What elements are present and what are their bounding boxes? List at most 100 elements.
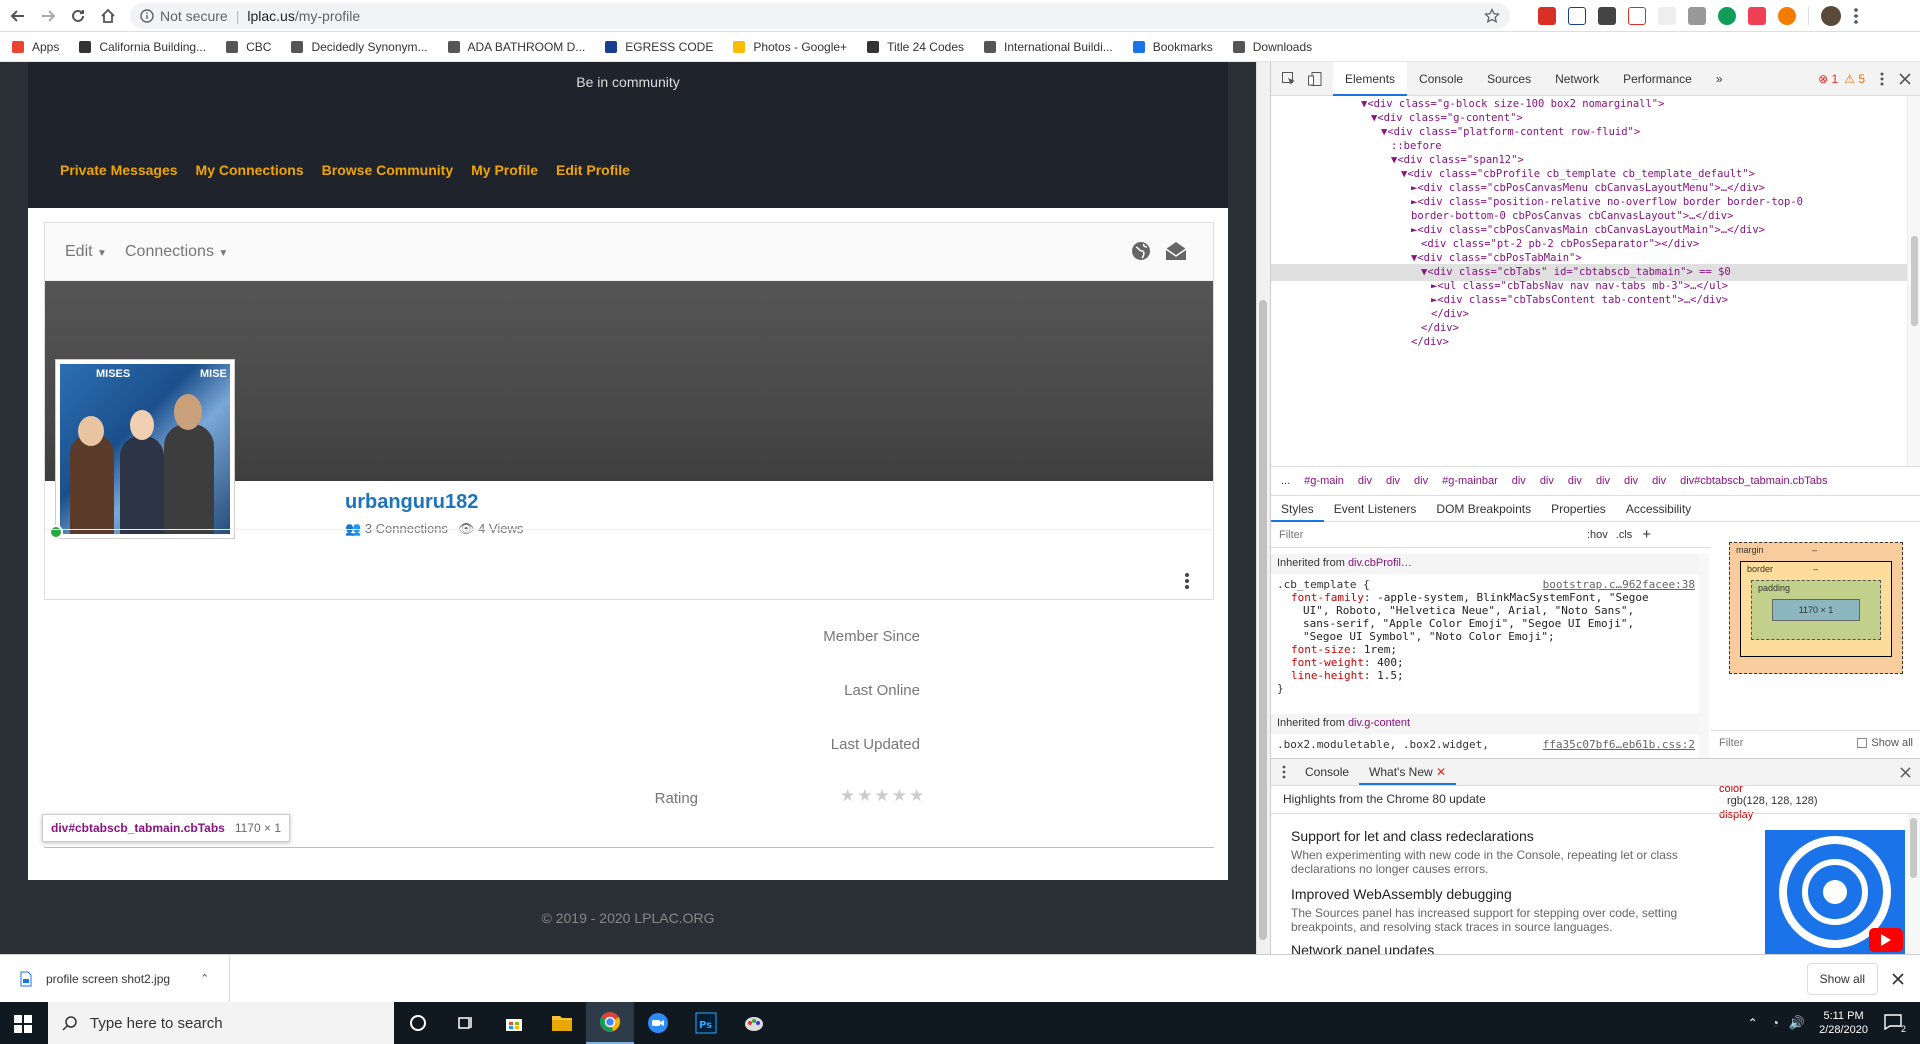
- back-button[interactable]: [6, 4, 30, 28]
- subtab-styles[interactable]: Styles: [1271, 496, 1324, 522]
- home-button[interactable]: [96, 4, 120, 28]
- inspect-element-icon[interactable]: [1281, 71, 1297, 87]
- css-declaration[interactable]: "Segoe UI Symbol", "Noto Color Emoji";: [1277, 630, 1695, 643]
- drawer-scrollbar-thumb[interactable]: [1910, 818, 1917, 878]
- styles-filter-input[interactable]: [1279, 528, 1579, 541]
- file-explorer-icon[interactable]: [538, 1002, 586, 1044]
- devtools-menu-icon[interactable]: [1879, 71, 1885, 87]
- star-icon[interactable]: ★: [840, 786, 855, 806]
- more-options-icon[interactable]: [1181, 571, 1193, 591]
- dom-scrollbar[interactable]: [1907, 96, 1920, 466]
- css-declaration[interactable]: font-size: 1rem;: [1277, 643, 1695, 656]
- dom-breadcrumb-item[interactable]: div: [1596, 475, 1610, 487]
- dom-breadcrumb-item[interactable]: div: [1652, 475, 1666, 487]
- subtab-event-listeners[interactable]: Event Listeners: [1324, 496, 1427, 522]
- drawer-tab-console[interactable]: Console: [1295, 759, 1359, 785]
- envelope-open-icon[interactable]: [1165, 241, 1187, 261]
- inherited-selector[interactable]: div.cbProfil…: [1348, 557, 1412, 569]
- star-icon[interactable]: ★: [875, 786, 890, 806]
- extension-shield-icon[interactable]: [1598, 6, 1616, 25]
- error-count[interactable]: ⊗ 1: [1818, 72, 1838, 86]
- dom-breadcrumb-item[interactable]: div: [1414, 475, 1428, 487]
- taskbar-search[interactable]: Type here to search: [48, 1002, 394, 1044]
- star-icon[interactable]: ★: [909, 786, 924, 806]
- nav-my-profile[interactable]: My Profile: [471, 162, 538, 178]
- notification-center-icon[interactable]: 2: [1884, 1014, 1906, 1034]
- extension-g-icon[interactable]: [1718, 6, 1736, 25]
- photoshop-icon[interactable]: Ps: [682, 1002, 730, 1044]
- download-item[interactable]: profile screen shot2.jpg ⌃: [0, 954, 230, 1003]
- css-declaration[interactable]: font-weight: 400;: [1277, 656, 1695, 669]
- profile-avatar[interactable]: [1821, 5, 1841, 26]
- page-scrollbar-thumb[interactable]: [1259, 300, 1267, 940]
- nav-my-connections[interactable]: My Connections: [196, 162, 304, 178]
- extension-n-icon[interactable]: [1568, 6, 1586, 25]
- css-declaration[interactable]: line-height: 1.5;: [1277, 669, 1695, 682]
- dom-breadcrumb-item[interactable]: div: [1386, 475, 1400, 487]
- cortana-icon[interactable]: [394, 1002, 442, 1044]
- device-toolbar-icon[interactable]: [1307, 71, 1323, 87]
- drawer-tab-whats-new[interactable]: What's New ✕: [1359, 759, 1457, 785]
- close-icon[interactable]: [1899, 72, 1911, 85]
- browser-menu-icon[interactable]: [1853, 7, 1859, 25]
- computed-filter-input[interactable]: [1719, 736, 1819, 749]
- tab-network[interactable]: Network: [1543, 62, 1611, 96]
- extension-mail-icon[interactable]: [1538, 6, 1556, 25]
- dom-scrollbar-thumb[interactable]: [1911, 236, 1918, 326]
- store-icon[interactable]: [490, 1002, 538, 1044]
- bookmark-item[interactable]: Title 24 Codes: [867, 40, 964, 54]
- subtab-accessibility[interactable]: Accessibility: [1616, 496, 1701, 522]
- volume-icon[interactable]: 🔊: [1789, 1015, 1805, 1031]
- star-bookmark-icon[interactable]: [1484, 7, 1500, 24]
- dom-node[interactable]: </div>: [1271, 334, 1449, 351]
- bookmark-item[interactable]: Bookmarks: [1132, 40, 1213, 54]
- inherited-selector[interactable]: div.g-content: [1348, 717, 1410, 729]
- tab-more[interactable]: »: [1704, 62, 1735, 96]
- task-view-icon[interactable]: [442, 1002, 490, 1044]
- styles-scrollbar[interactable]: [1699, 554, 1709, 758]
- css-declaration[interactable]: UI", Roboto, "Helvetica Neue", Arial, "N…: [1277, 604, 1695, 617]
- nav-browse-community[interactable]: Browse Community: [322, 162, 453, 178]
- dom-breadcrumb-item[interactable]: #g-main: [1304, 475, 1344, 487]
- whats-new-video-thumbnail[interactable]: [1765, 830, 1905, 954]
- extension-up-icon[interactable]: [1628, 6, 1646, 25]
- bookmark-item[interactable]: International Buildi...: [984, 40, 1113, 54]
- bookmark-item[interactable]: EGRESS CODE: [605, 40, 713, 54]
- globe-icon[interactable]: [1131, 241, 1151, 261]
- taskbar-clock[interactable]: 5:11 PM 2/28/2020: [1819, 1009, 1868, 1037]
- dom-breadcrumb-item[interactable]: div: [1512, 475, 1526, 487]
- star-icon[interactable]: ★: [892, 786, 907, 806]
- extension-code-icon[interactable]: [1688, 6, 1706, 25]
- nav-edit-profile[interactable]: Edit Profile: [556, 162, 630, 178]
- network-icon[interactable]: ◔: [1772, 1016, 1779, 1030]
- dom-breadcrumb-item[interactable]: ...: [1281, 475, 1290, 487]
- bookmark-item[interactable]: Downloads: [1232, 40, 1312, 54]
- dom-breadcrumb-item[interactable]: div: [1358, 475, 1372, 487]
- address-bar[interactable]: Not secure | lplac.us/my-profile: [130, 2, 1510, 29]
- whats-new-item-title[interactable]: Improved WebAssembly debugging: [1291, 886, 1512, 902]
- reload-button[interactable]: [66, 4, 90, 28]
- tab-console[interactable]: Console: [1407, 62, 1475, 96]
- whats-new-item-title[interactable]: Support for let and class redeclarations: [1291, 828, 1534, 844]
- extension-pocket-icon[interactable]: [1748, 6, 1766, 25]
- subtab-dom-breakpoints[interactable]: DOM Breakpoints: [1426, 496, 1541, 522]
- chrome-taskbar-icon[interactable]: [586, 1002, 634, 1044]
- close-drawer-icon[interactable]: [1900, 766, 1911, 778]
- css-declaration[interactable]: font-family: -apple-system, BlinkMacSyst…: [1277, 591, 1695, 604]
- bookmark-item[interactable]: ADA BATHROOM D...: [447, 40, 585, 54]
- whats-new-item-title[interactable]: Network panel updates: [1291, 942, 1434, 954]
- show-all-downloads-button[interactable]: Show all: [1806, 962, 1878, 995]
- connections-menu[interactable]: Connections ▼: [125, 243, 228, 261]
- paint-icon[interactable]: [730, 1002, 778, 1044]
- rating-stars[interactable]: ★ ★ ★ ★ ★: [840, 786, 924, 806]
- tab-sources[interactable]: Sources: [1475, 62, 1543, 96]
- bookmark-item[interactable]: Apps: [12, 40, 59, 54]
- dom-breadcrumb-item[interactable]: #g-mainbar: [1442, 475, 1498, 487]
- bookmark-item[interactable]: CBC: [226, 40, 271, 54]
- chevron-up-icon[interactable]: ⌃: [200, 972, 209, 985]
- profile-avatar-frame[interactable]: MISES MISE: [55, 359, 235, 539]
- hov-toggle[interactable]: :hov: [1587, 529, 1608, 541]
- warning-count[interactable]: ⚠ 5: [1844, 72, 1865, 86]
- forward-button[interactable]: [36, 4, 60, 28]
- profile-username[interactable]: urbanguru182: [345, 491, 478, 514]
